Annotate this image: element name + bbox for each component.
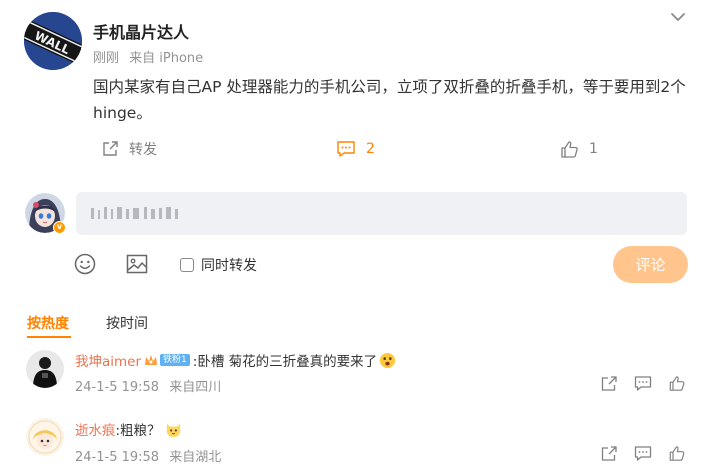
like-count: 1: [589, 141, 598, 157]
tab-sort-by-hot[interactable]: 按热度: [27, 313, 69, 333]
cat-face-emoji-icon: [166, 423, 180, 437]
verified-badge: v: [53, 221, 66, 234]
chevron-down-icon[interactable]: [668, 9, 688, 25]
surprised-face-emoji-icon: [380, 352, 396, 368]
comment-line: 逝水痕 :粗粮？: [75, 419, 182, 439]
author-name[interactable]: 手机晶片达人: [93, 19, 189, 43]
comment-icon: [337, 141, 355, 157]
comment-username[interactable]: 逝水痕: [75, 419, 116, 439]
person-photo-avatar-image: [26, 350, 64, 388]
blurred-text-image: [91, 207, 178, 219]
comment-location: 来自湖北: [169, 450, 222, 465]
comment-meta: 24-1-5 19:58 来自湖北: [75, 446, 227, 465]
tab-sort-by-time[interactable]: 按时间: [106, 313, 148, 333]
comment-actions: [600, 375, 686, 392]
thumbs-up-icon: [561, 140, 578, 158]
current-user-avatar[interactable]: v: [25, 193, 66, 234]
also-forward-option[interactable]: 同时转发: [180, 255, 257, 275]
image-upload-icon[interactable]: [125, 252, 149, 276]
forward-icon[interactable]: [600, 375, 618, 392]
comment-username[interactable]: 我坤aimer: [75, 350, 141, 370]
anime-character-avatar-image: [26, 418, 64, 456]
fan-level-badge: 铁粉1: [160, 354, 190, 366]
forward-icon[interactable]: [600, 445, 618, 462]
reply-icon[interactable]: [634, 375, 652, 392]
forward-icon: [103, 141, 118, 156]
submit-comment-button[interactable]: 评论: [613, 246, 688, 283]
comment-text: :卧槽 菊花的三折叠真的要来了: [192, 354, 378, 370]
comment-button[interactable]: 2: [336, 138, 375, 160]
also-forward-label: 同时转发: [201, 258, 257, 274]
wall-street-sign-image: WALL: [24, 12, 82, 70]
comment-input[interactable]: [76, 192, 687, 235]
comment-meta: 24-1-5 19:58 来自四川: [75, 376, 227, 395]
commenter-avatar[interactable]: [26, 418, 64, 456]
emoji-icon[interactable]: [73, 252, 97, 276]
post-meta: 刚刚 来自 iPhone: [93, 47, 209, 66]
comment-time: 24-1-5 19:58: [75, 450, 160, 465]
like-button[interactable]: 1: [560, 138, 598, 160]
reply-icon[interactable]: [634, 445, 652, 462]
crown-icon: [145, 354, 158, 365]
post-source: 来自 iPhone: [129, 51, 204, 66]
thumbs-up-icon[interactable]: [668, 445, 686, 462]
active-tab-indicator: [27, 336, 71, 338]
forward-label: 转发: [129, 142, 157, 158]
forward-button[interactable]: 转发: [101, 138, 157, 160]
comment-count: 2: [366, 141, 375, 157]
comment-time: 24-1-5 19:58: [75, 380, 160, 395]
post-time[interactable]: 刚刚: [93, 51, 119, 66]
vip-badge: 铁粉1: [144, 354, 190, 367]
also-forward-checkbox[interactable]: [180, 258, 194, 272]
comment-text: :粗粮？: [115, 423, 161, 439]
comment-actions: [600, 445, 686, 462]
comment-location: 来自四川: [169, 380, 222, 395]
comment-line: 我坤aimer 铁粉1 :卧槽 菊花的三折叠真的要来了: [75, 350, 396, 370]
author-avatar[interactable]: WALL: [24, 12, 82, 70]
thumbs-up-icon[interactable]: [668, 375, 686, 392]
post-text: 国内某家有自己AP 处理器能力的手机公司，立项了双折叠的折叠手机，等于要用到2个…: [93, 78, 686, 122]
commenter-avatar[interactable]: [26, 350, 64, 388]
